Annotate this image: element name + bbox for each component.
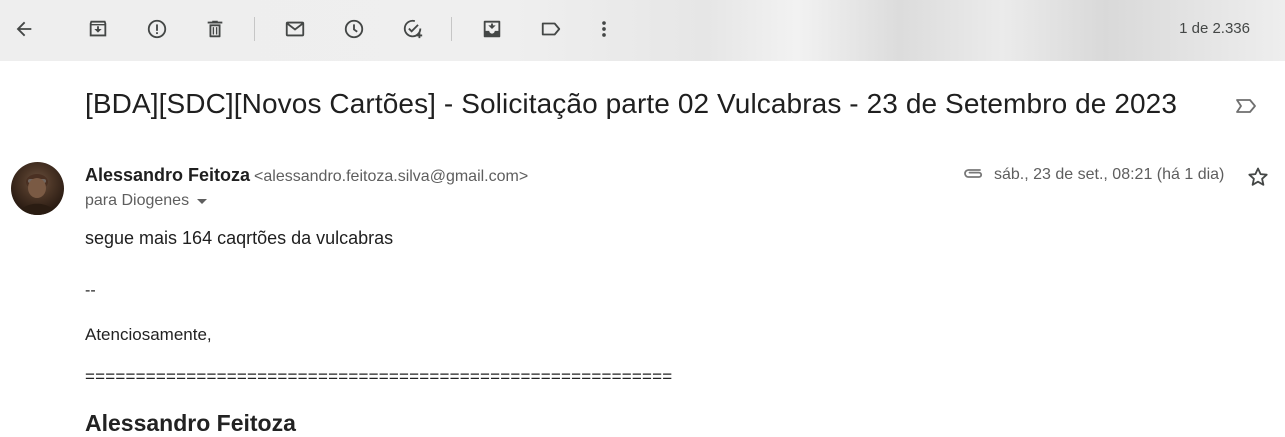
toolbar-separator (254, 17, 255, 41)
attachment-icon (960, 163, 986, 185)
signature-greeting: Atenciosamente, (85, 325, 212, 344)
star-icon[interactable] (1246, 165, 1270, 189)
snooze-icon[interactable] (340, 15, 368, 43)
sender-email: <alessandro.feitoza.silva@gmail.com> (254, 168, 529, 185)
caret-down-icon[interactable] (197, 198, 208, 204)
email-body-text: segue mais 164 caqrtões da vulcabras (85, 228, 394, 248)
sender: Alessandro Feitoza <alessandro.feitoza.si… (85, 165, 528, 186)
archive-icon[interactable] (84, 15, 112, 43)
avatar[interactable] (11, 162, 64, 215)
mark-unread-icon[interactable] (281, 15, 309, 43)
toolbar-separator (451, 17, 452, 41)
report-spam-icon[interactable] (143, 15, 171, 43)
recipient-dropdown[interactable]: para Diogenes (85, 192, 208, 210)
signature-divider: ========================================… (85, 367, 673, 386)
back-arrow-icon[interactable] (10, 15, 38, 43)
add-to-tasks-icon[interactable] (399, 15, 427, 43)
move-to-icon[interactable] (478, 15, 506, 43)
signature-separator: -- (85, 282, 96, 299)
email-subject: [BDA][SDC][Novos Cartões] - Solicitação … (85, 88, 1178, 119)
more-vert-icon[interactable] (590, 15, 618, 43)
email-date: sáb., 23 de set., 08:21 (há 1 dia) (994, 166, 1225, 183)
signature-name: Alessandro Feitoza (85, 410, 296, 436)
delete-icon[interactable] (201, 15, 229, 43)
pager-count: 1 de 2.336 (1179, 20, 1250, 37)
label-icon[interactable] (537, 15, 565, 43)
recipient-label: para Diogenes (85, 192, 190, 209)
toolbar: 1 de 2.336 (0, 0, 1285, 61)
sender-name[interactable]: Alessandro Feitoza (85, 165, 250, 185)
importance-label-icon[interactable] (1234, 94, 1258, 118)
